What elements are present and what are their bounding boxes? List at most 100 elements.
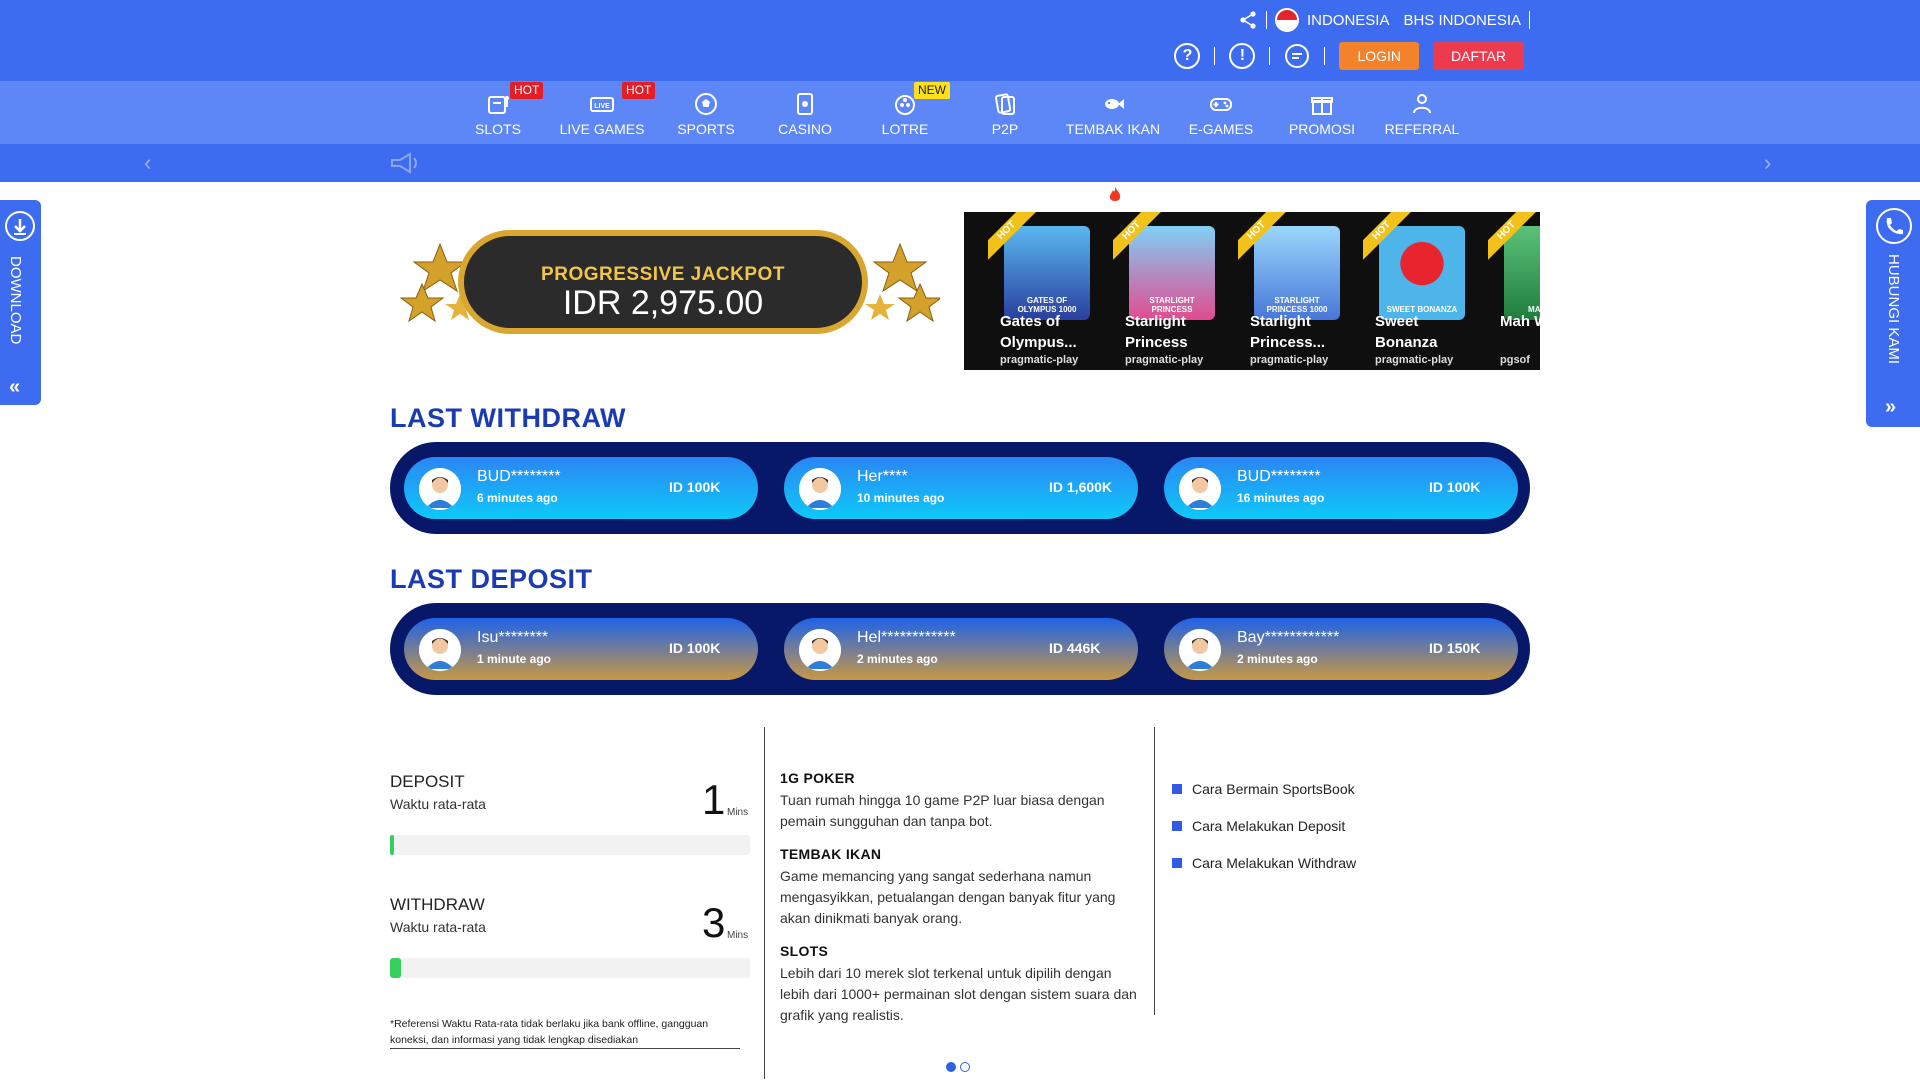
fish-icon (1105, 99, 1124, 109)
progressive-jackpot: PROGRESSIVE JACKPOT IDR 2,975.00 (400, 224, 940, 344)
info-title: SLOTS (780, 943, 829, 959)
game-card[interactable]: GATES OF OLYMPUS 1000 HOT Gates of Olymp… (988, 212, 1110, 370)
game-provider: pragmatic-play (1000, 354, 1079, 366)
average-time-note: *Referensi Waktu Rata-rata tidak berlaku… (390, 1016, 740, 1049)
hot-ribbon: HOT (988, 212, 1038, 262)
column-divider (764, 727, 765, 1079)
withdraw-entry: BUD******** 16 minutes ago ID 100K (1164, 457, 1518, 519)
info-title: 1G POKER (780, 770, 855, 786)
game-provider: pragmatic-play (1125, 354, 1204, 366)
nav-label: SPORTS (677, 121, 735, 137)
bullet-icon (1172, 820, 1182, 831)
login-button[interactable]: LOGIN (1339, 42, 1420, 70)
avatar (1179, 468, 1221, 510)
carousel-dot[interactable] (946, 1062, 956, 1072)
soccer-ball-icon (695, 93, 717, 115)
chevron-right-icon[interactable]: › (1764, 150, 1771, 176)
withdraw-stat-sub: Waktu rata-rata (390, 919, 486, 935)
user-name: Her**** (857, 468, 908, 485)
user-name: Hel************ (857, 629, 956, 646)
jackpot-display: PROGRESSIVE JACKPOT IDR 2,975.00 (458, 230, 868, 334)
game-card[interactable]: SWEET BONANZA HOT Sweet Bonanza pragmati… (1363, 212, 1485, 370)
game-provider: pgsof (1500, 354, 1530, 366)
entry-time: 16 minutes ago (1237, 491, 1325, 505)
phone-icon (1876, 208, 1912, 244)
entry-time: 10 minutes ago (857, 491, 945, 505)
user-name: Bay************ (1237, 629, 1340, 646)
nav-label: REFERRAL (1384, 121, 1460, 137)
entry-amount: ID 446K (1049, 640, 1101, 656)
info-title: TEMBAK IKAN (780, 846, 882, 862)
nav-item-referral[interactable]: REFERRAL (1382, 81, 1462, 144)
referral-icon (1413, 94, 1431, 114)
nav-item-casino[interactable]: CASINO (772, 81, 838, 144)
divider (1214, 47, 1216, 65)
game-card[interactable]: STARLIGHT PRINCESS HOT Starlight Princes… (1113, 212, 1235, 370)
language-bar: INDONESIA BHS INDONESIA (1238, 8, 1530, 32)
jackpot-value: IDR 2,975.00 (562, 284, 764, 322)
column-divider (1154, 727, 1155, 1015)
divider (1324, 47, 1326, 65)
hot-badge: HOT (510, 82, 544, 99)
info-icon[interactable]: ! (1229, 43, 1256, 69)
nav-item-p2p[interactable]: P2P (982, 81, 1028, 144)
bullet-icon (1172, 783, 1182, 794)
nav-item-promosi[interactable]: PROMOSI (1286, 81, 1358, 144)
share-icon[interactable] (1238, 10, 1258, 30)
nav-label: TEMBAK IKAN (1065, 121, 1161, 137)
withdraw-stat-label: WITHDRAW (390, 895, 485, 914)
game-card[interactable]: MAH WAY HOT Mah Way pgsof (1488, 212, 1540, 370)
deposit-stat-label: DEPOSIT (390, 772, 465, 791)
megaphone-icon (391, 152, 417, 174)
nav-label: E-GAMES (1188, 121, 1254, 137)
fire-icon (1109, 187, 1121, 201)
indonesia-flag-icon[interactable] (1274, 8, 1299, 32)
help-icon[interactable]: ? (1174, 43, 1201, 69)
nav-item-live-games[interactable]: LIVE LIVE GAMES HOT (558, 81, 656, 144)
game-card[interactable]: STARLIGHT PRINCESS 1000 HOT Starlight Pr… (1238, 212, 1360, 370)
gift-icon (1311, 97, 1333, 115)
nav-item-sports[interactable]: SPORTS (672, 81, 740, 144)
info-text: Lebih dari 10 merek slot terkenal untuk … (780, 965, 1137, 1023)
hot-badge: HOT (622, 82, 656, 99)
double-chevron-left-icon[interactable]: « (9, 376, 20, 399)
double-chevron-right-icon[interactable]: » (1885, 396, 1896, 419)
info-text: Game memancing yang sangat sederhana nam… (780, 868, 1116, 926)
game-provider: pragmatic-play (1375, 354, 1454, 366)
guide-links: Cara Bermain SportsBook Cara Melakukan D… (1172, 770, 1356, 881)
nav-item-tembak-ikan[interactable]: TEMBAK IKAN (1064, 81, 1162, 144)
country-label[interactable]: INDONESIA (1307, 12, 1390, 29)
guide-link[interactable]: Cara Melakukan Withdraw (1172, 844, 1356, 881)
withdraw-entry: Her**** 10 minutes ago ID 1,600K (784, 457, 1138, 519)
info-text: Tuan rumah hingga 10 game P2P luar biasa… (780, 792, 1105, 829)
entry-amount: ID 1,600K (1049, 479, 1113, 495)
deposit-progress-fill (390, 835, 395, 855)
deposit-entry: Isu******** 1 minute ago ID 100K (404, 618, 758, 680)
nav-item-e-games[interactable]: E-GAMES (1186, 81, 1256, 144)
nav-label: CASINO (778, 121, 832, 137)
carousel-dot[interactable] (960, 1062, 970, 1072)
jackpot-title: PROGRESSIVE JACKPOT (541, 264, 785, 285)
chevron-left-icon[interactable]: ‹ (144, 150, 151, 176)
nav-item-slots[interactable]: SLOTS HOT (472, 81, 544, 144)
chat-icon[interactable] (1284, 43, 1310, 69)
game-name: Sweet Bonanza (1375, 313, 1438, 351)
entry-amount: ID 100K (669, 640, 721, 656)
game-name: Gates of Olympus... (1000, 313, 1077, 351)
download-label: DOWNLOAD (7, 256, 24, 345)
register-button[interactable]: DAFTAR (1433, 42, 1524, 70)
contact-side-tab[interactable]: HUBUNGI KAMI » (1866, 200, 1920, 427)
avatar (799, 468, 841, 510)
guide-link[interactable]: Cara Bermain SportsBook (1172, 770, 1356, 807)
entry-amount: ID 100K (669, 479, 721, 495)
header-actions: ? ! LOGIN DAFTAR (1174, 42, 1524, 70)
game-name: Starlight Princess (1125, 313, 1188, 351)
deposit-stat-value: 1 (702, 776, 726, 823)
gamepad-icon (1210, 98, 1232, 111)
language-label[interactable]: BHS INDONESIA (1403, 12, 1521, 29)
playing-card-icon (797, 93, 813, 115)
download-side-tab[interactable]: DOWNLOAD « (0, 200, 41, 405)
entry-time: 2 minutes ago (1237, 652, 1318, 666)
guide-link[interactable]: Cara Melakukan Deposit (1172, 807, 1356, 844)
nav-item-lotre[interactable]: LOTRE NEW (872, 81, 950, 144)
